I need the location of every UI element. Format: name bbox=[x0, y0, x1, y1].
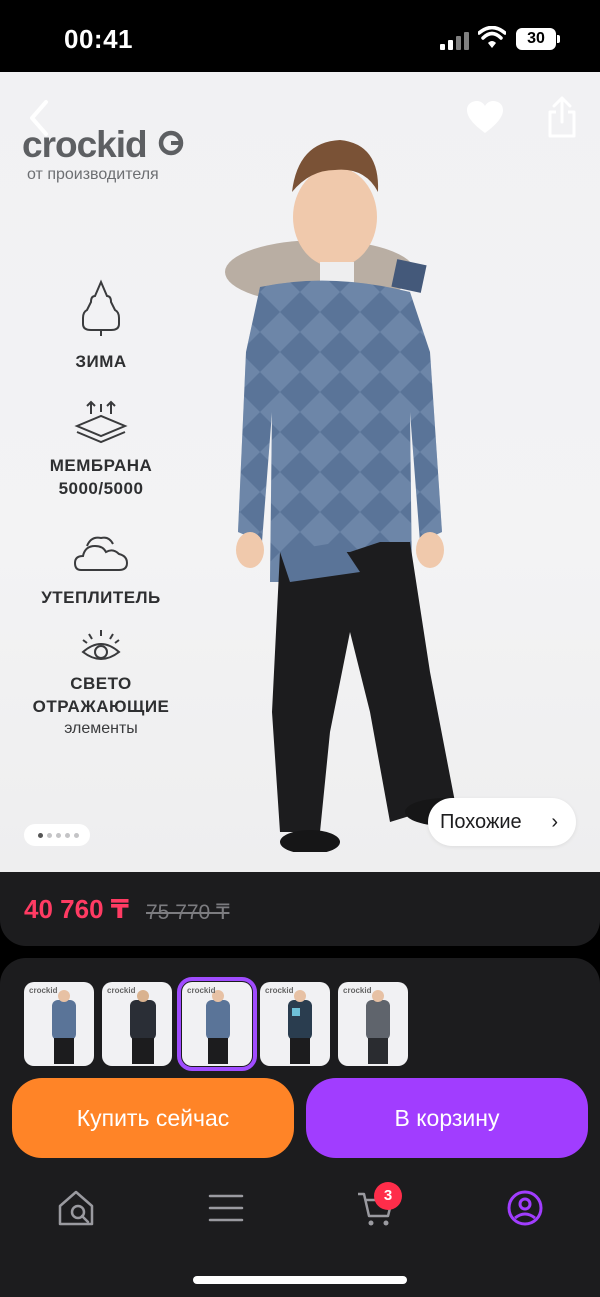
favorite-heart-icon[interactable] bbox=[466, 100, 504, 136]
product-photo-kid-overall bbox=[225, 140, 485, 852]
variant-thumbnail[interactable]: crockid bbox=[338, 982, 408, 1066]
current-price: 40 760 ₸ bbox=[24, 894, 129, 924]
status-bar: 00:41 30 bbox=[0, 0, 600, 72]
page-dot bbox=[65, 833, 70, 838]
status-time: 00:41 bbox=[64, 24, 133, 54]
variant-thumbnail[interactable]: crockid bbox=[24, 982, 94, 1066]
battery-tip bbox=[557, 35, 560, 43]
similar-products-button[interactable]: Похожие › bbox=[428, 798, 576, 846]
thumb-logo: crockid bbox=[343, 986, 372, 995]
feature-label-line1: СВЕТО bbox=[70, 674, 132, 693]
feature-label-line2: ОТРАЖАЮЩИЕ bbox=[32, 697, 170, 716]
home-search-icon[interactable] bbox=[56, 1188, 96, 1228]
reflective-eye-icon bbox=[81, 630, 121, 660]
cellular-signal-icon bbox=[440, 30, 470, 50]
feature-label-line2: 5000/5000 bbox=[58, 479, 144, 498]
feature-label-line3: элементы bbox=[64, 720, 138, 737]
share-icon[interactable] bbox=[544, 96, 580, 138]
brand-logo-mark bbox=[158, 130, 184, 156]
price-card: 40 760 ₸ 75 770 ₸ bbox=[0, 872, 600, 946]
feature-reflective: СВЕТО ОТРАЖАЮЩИЕ элементы bbox=[0, 628, 202, 740]
page-dot bbox=[38, 833, 43, 838]
thumb-logo: crockid bbox=[29, 986, 58, 995]
thumb-logo: crockid bbox=[107, 986, 136, 995]
cart-count-badge: 3 bbox=[374, 1182, 402, 1210]
feature-membrane: МЕМБРАНА 5000/5000 bbox=[0, 400, 202, 500]
old-price: 75 770 ₸ bbox=[146, 901, 230, 924]
buy-now-button[interactable]: Купить сейчас bbox=[12, 1078, 294, 1158]
variant-thumbnail[interactable]: crockid bbox=[102, 982, 172, 1066]
feature-insulation: УТЕПЛИТЕЛЬ bbox=[0, 534, 202, 609]
page-dot bbox=[74, 833, 79, 838]
similar-label: Похожие bbox=[440, 811, 522, 833]
feature-winter: ЗИМА bbox=[0, 278, 202, 373]
page-dot bbox=[56, 833, 61, 838]
feature-label-line1: МЕМБРАНА bbox=[49, 456, 153, 475]
snow-tree-icon bbox=[82, 279, 120, 336]
profile-icon[interactable] bbox=[505, 1188, 545, 1228]
catalog-menu-icon[interactable] bbox=[206, 1188, 246, 1228]
feature-label: ЗИМА bbox=[75, 352, 127, 371]
chevron-right-icon: › bbox=[551, 811, 558, 833]
thumb-logo: crockid bbox=[265, 986, 294, 995]
thumb-logo: crockid bbox=[187, 986, 216, 995]
insulation-cloud-icon bbox=[73, 536, 129, 571]
membrane-icon bbox=[74, 400, 128, 444]
battery-indicator: 30 bbox=[516, 28, 556, 50]
page-dot bbox=[47, 833, 52, 838]
gallery-page-indicator bbox=[24, 824, 90, 846]
wifi-icon bbox=[478, 26, 506, 48]
brand-subtitle: от производителя bbox=[27, 166, 159, 183]
brand-logo: crockid bbox=[22, 124, 148, 165]
add-to-cart-button[interactable]: В корзину bbox=[306, 1078, 588, 1158]
variant-thumbnail[interactable]: crockid bbox=[260, 982, 330, 1066]
home-indicator bbox=[193, 1276, 407, 1284]
feature-label: УТЕПЛИТЕЛЬ bbox=[41, 588, 161, 607]
product-image-gallery[interactable]: crockid от производителя ЗИМА МЕМБРАНА 5… bbox=[0, 72, 600, 872]
variant-thumbnail-selected[interactable]: crockid bbox=[177, 977, 257, 1071]
purchase-sheet: crockid crockid crockid crockid crockid … bbox=[0, 958, 600, 1297]
